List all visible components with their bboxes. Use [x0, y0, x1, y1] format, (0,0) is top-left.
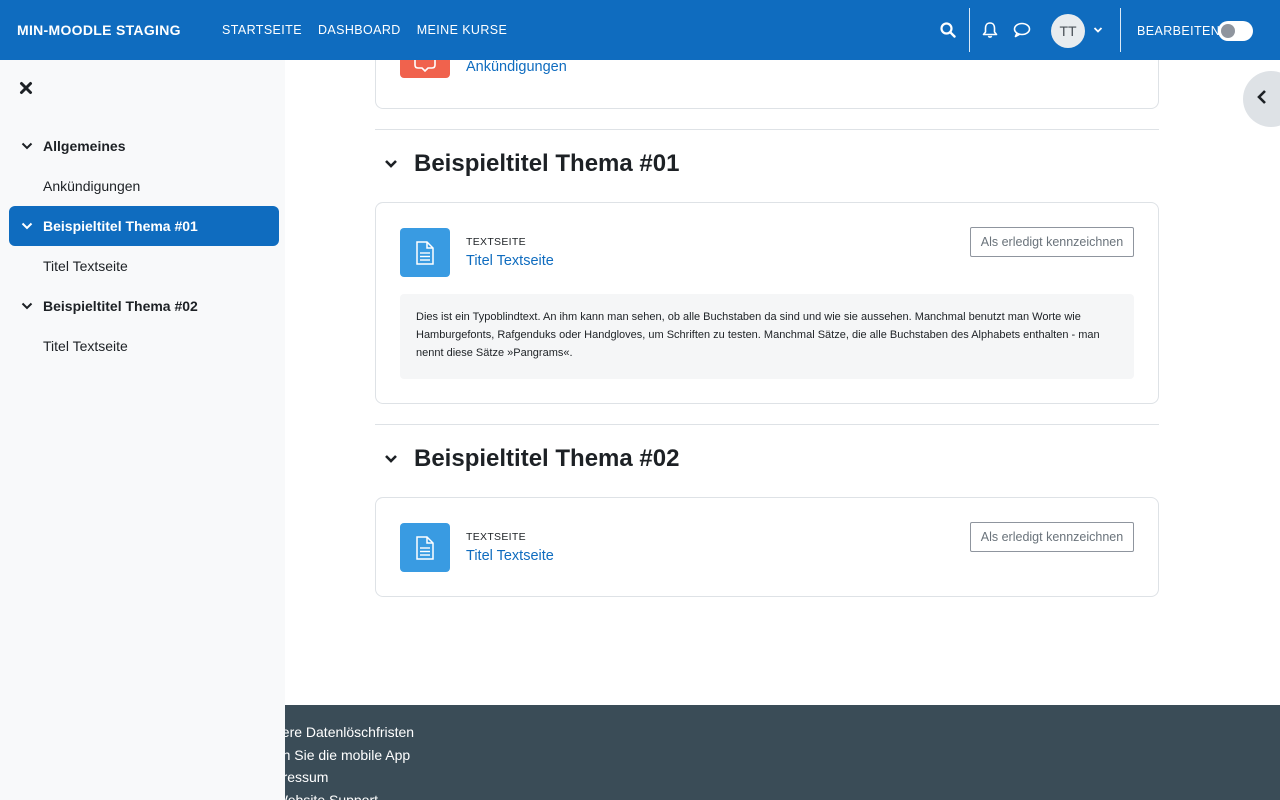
section-header-thema-02: Beispieltitel Thema #02: [384, 445, 679, 473]
activity-description: Dies ist ein Typoblindtext. An ihm kann …: [400, 294, 1134, 379]
activity-type-label: TEXTSEITE: [466, 236, 526, 248]
search-icon[interactable]: [936, 18, 960, 42]
page-icon: [400, 523, 450, 572]
activity-type-label: TEXTSEITE: [466, 531, 526, 543]
nav-link-startseite[interactable]: STARTSEITE: [222, 23, 302, 37]
nav-divider: [969, 8, 970, 52]
site-brand[interactable]: MIN-MOODLE STAGING: [17, 22, 181, 38]
page-icon: [400, 228, 450, 277]
section-divider: [375, 129, 1159, 130]
course-index-item[interactable]: Titel Textseite: [9, 246, 279, 286]
mark-as-done-button[interactable]: Als erledigt kennzeichnen: [970, 522, 1134, 552]
chevron-down-icon[interactable]: [21, 219, 35, 233]
footer-link-datenloeschfristen[interactable]: nsere Datenlöschfristen: [285, 721, 414, 744]
open-block-drawer-button[interactable]: [1243, 71, 1280, 127]
activity-link-ankuendigungen[interactable]: Ankündigungen: [466, 59, 567, 75]
section-title: Beispieltitel Thema #02: [43, 298, 198, 314]
course-index-section-thema-01[interactable]: Beispieltitel Thema #01: [9, 206, 279, 246]
section-header-thema-01: Beispieltitel Thema #01: [384, 150, 679, 178]
nav-link-dashboard[interactable]: DASHBOARD: [318, 23, 401, 37]
activity-card-textseite: TEXTSEITE Titel Textseite Als erledigt k…: [375, 497, 1159, 597]
course-index-drawer: Allgemeines Ankündigungen Beispieltitel …: [0, 60, 285, 800]
footer-links: nsere Datenlöschfristen den Sie die mobi…: [285, 721, 414, 800]
course-index-item[interactable]: Ankündigungen: [9, 166, 279, 206]
section-title: Beispieltitel Thema #02: [414, 445, 680, 472]
section-divider: [375, 424, 1159, 425]
bell-icon[interactable]: [978, 18, 1002, 42]
section-title: Beispieltitel Thema #01: [43, 218, 198, 234]
nav-link-meine-kurse[interactable]: MEINE KURSE: [417, 23, 508, 37]
course-index-item[interactable]: Titel Textseite: [9, 326, 279, 366]
section-title: Allgemeines: [43, 138, 126, 154]
course-index-section-thema-02[interactable]: Beispieltitel Thema #02: [9, 286, 279, 326]
mark-as-done-button[interactable]: Als erledigt kennzeichnen: [970, 227, 1134, 257]
footer-link-website-support[interactable]: . Website Support: [285, 789, 414, 800]
activity-card-textseite: TEXTSEITE Titel Textseite Als erledigt k…: [375, 202, 1159, 404]
page-footer: nsere Datenlöschfristen den Sie die mobi…: [285, 705, 1280, 800]
edit-mode-label: BEARBEITEN: [1137, 24, 1221, 38]
nav-divider: [1120, 8, 1121, 52]
toggle-knob: [1221, 24, 1235, 38]
chevron-down-icon[interactable]: [21, 139, 35, 153]
chevron-down-icon[interactable]: [384, 451, 400, 467]
course-index-section-allgemeines[interactable]: Allgemeines: [9, 126, 279, 166]
chevron-left-icon: [1256, 89, 1268, 110]
footer-link-impressum[interactable]: npressum: [285, 766, 414, 789]
chevron-down-icon[interactable]: [384, 156, 400, 172]
edit-mode-toggle[interactable]: [1218, 21, 1253, 41]
chevron-down-icon[interactable]: [1086, 18, 1110, 42]
top-navbar: MIN-MOODLE STAGING STARTSEITE DASHBOARD …: [0, 0, 1280, 60]
chevron-down-icon[interactable]: [21, 299, 35, 313]
activity-link-titel-textseite[interactable]: Titel Textseite: [466, 253, 554, 269]
course-index: Allgemeines Ankündigungen Beispieltitel …: [9, 126, 279, 366]
primary-navigation: STARTSEITE DASHBOARD MEINE KURSE: [222, 23, 507, 37]
activity-link-titel-textseite[interactable]: Titel Textseite: [466, 548, 554, 564]
close-icon[interactable]: [19, 81, 35, 97]
section-title: Beispieltitel Thema #01: [414, 150, 680, 177]
user-avatar[interactable]: TT: [1051, 14, 1085, 48]
chat-icon[interactable]: [1010, 18, 1034, 42]
footer-link-mobile-app[interactable]: den Sie die mobile App: [285, 744, 414, 767]
